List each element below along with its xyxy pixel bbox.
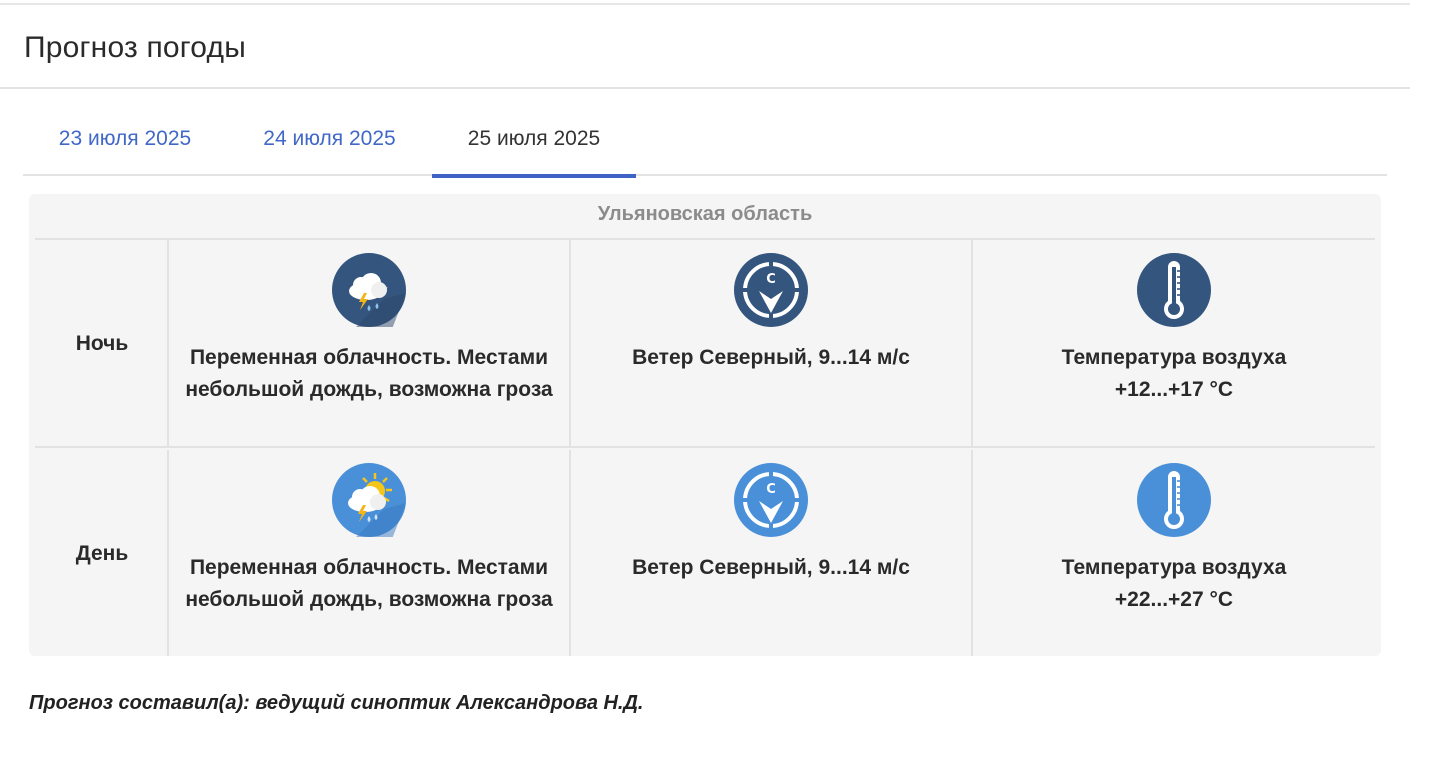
tab-date-1[interactable]: 23 июля 2025 <box>23 110 227 176</box>
temperature-cell: Температура воздуха +12...+17 °C <box>973 240 1375 448</box>
thermometer-icon <box>1137 463 1211 537</box>
weather-description: Переменная облачность. Местами небольшой… <box>185 346 553 401</box>
period-label: Ночь <box>75 332 129 355</box>
period-label: День <box>75 542 129 565</box>
weather-cell: Переменная облачность. Местами небольшой… <box>169 240 571 448</box>
wind-north-icon: С <box>734 253 808 327</box>
svg-text:С: С <box>766 272 776 287</box>
tab-date-3[interactable]: 25 июля 2025 <box>432 110 636 178</box>
svg-text:С: С <box>766 482 776 497</box>
temperature-value: +12...+17 °C <box>1114 378 1234 401</box>
wind-description: Ветер Северный, 9...14 м/с <box>632 556 910 579</box>
temperature-value: +22...+27 °C <box>1114 588 1234 611</box>
forecast-row-night: Ночь Переменная облачность. Местами небо… <box>35 240 1375 448</box>
temperature-description: Температура воздуха +22...+27 °C <box>973 552 1375 616</box>
thermometer-icon <box>1137 253 1211 327</box>
temperature-cell: Температура воздуха +22...+27 °C <box>973 450 1375 656</box>
temperature-label: Температура воздуха <box>1061 556 1287 579</box>
page-header: Прогноз погоды <box>0 5 1410 89</box>
weather-description: Переменная облачность. Местами небольшой… <box>185 556 553 611</box>
row-divider <box>35 446 1375 448</box>
cloud-sun-thunderstorm-rain-icon <box>332 463 406 537</box>
date-tabs: 23 июля 2025 24 июля 2025 25 июля 2025 <box>23 110 1387 178</box>
temperature-description: Температура воздуха +12...+17 °C <box>973 342 1375 406</box>
forecast-author: Прогноз составил(а): ведущий синоптик Ал… <box>29 692 644 714</box>
wind-description: Ветер Северный, 9...14 м/с <box>632 346 910 369</box>
page-title: Прогноз погоды <box>24 31 246 64</box>
wind-north-icon: С <box>734 463 808 537</box>
weather-cell: Переменная облачность. Местами небольшой… <box>169 450 571 656</box>
period-cell: День <box>35 450 169 656</box>
tab-date-2[interactable]: 24 июля 2025 <box>227 110 432 176</box>
forecast-card: Ульяновская область Ночь Переменная обла… <box>29 194 1381 656</box>
wind-cell: С Ветер Северный, 9...14 м/с <box>571 240 973 448</box>
region-title: Ульяновская область <box>597 203 813 225</box>
temperature-label: Температура воздуха <box>1061 346 1287 369</box>
cloud-moon-thunderstorm-rain-icon <box>332 253 406 327</box>
period-cell: Ночь <box>35 240 169 448</box>
forecast-row-day: День Переменная облачность. Местами небо… <box>35 450 1375 656</box>
wind-cell: С Ветер Северный, 9...14 м/с <box>571 450 973 656</box>
